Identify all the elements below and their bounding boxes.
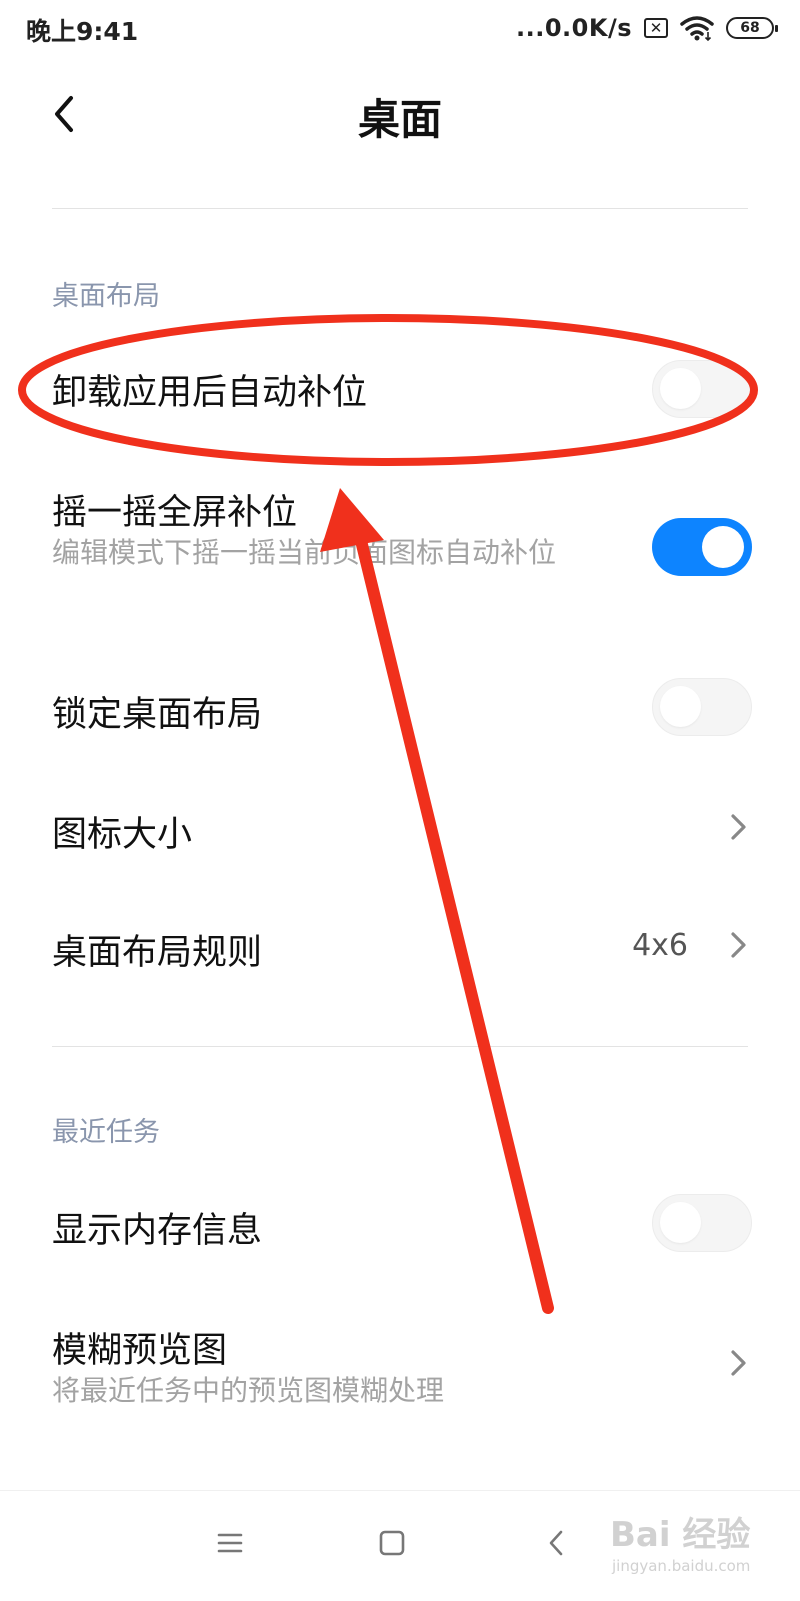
setting-title: 卸载应用后自动补位 — [52, 373, 368, 413]
toggle-knob — [660, 368, 701, 409]
toggle-knob — [702, 526, 744, 568]
setting-title: 锁定桌面布局 — [52, 695, 263, 735]
sim-x-icon: ✕ — [644, 18, 668, 38]
setting-auto-fill-after-uninstall[interactable]: 卸载应用后自动补位 — [0, 340, 800, 440]
page-title: 桌面 — [357, 95, 442, 144]
back-triangle-icon — [549, 1530, 563, 1556]
setting-title: 模糊预览图 — [52, 1331, 228, 1371]
setting-title: 桌面布局规则 — [52, 933, 263, 973]
setting-show-memory-info[interactable]: 显示内存信息 — [0, 1176, 800, 1276]
setting-title: 摇一摇全屏补位 — [52, 493, 298, 533]
home-square-icon — [379, 1530, 405, 1556]
setting-title: 图标大小 — [52, 815, 193, 855]
nav-back-button[interactable] — [536, 1523, 576, 1563]
setting-title: 显示内存信息 — [52, 1211, 263, 1251]
status-bar: 晚上9:41 ...0.0K/s ✕ 68 — [0, 0, 800, 56]
network-speed: ...0.0K/s — [515, 14, 632, 42]
status-icons: ...0.0K/s ✕ 68 — [515, 12, 778, 44]
chevron-right-icon — [731, 932, 746, 958]
section-header-desktop-layout: 桌面布局 — [52, 281, 160, 312]
chevron-right-icon — [731, 814, 746, 840]
section-divider — [52, 1046, 748, 1047]
toggle-knob — [660, 686, 701, 727]
baidu-jingyan-watermark: Bai 经验 jingyan.baidu.com — [610, 1507, 790, 1587]
setting-layout-rule[interactable]: 桌面布局规则 4x6 — [0, 898, 800, 998]
section-header-recent-tasks: 最近任务 — [52, 1117, 160, 1148]
navigation-bar: Bai 经验 jingyan.baidu.com — [0, 1490, 800, 1601]
wifi-icon — [680, 16, 714, 42]
watermark-sub: jingyan.baidu.com — [612, 1557, 751, 1575]
header-divider — [52, 208, 748, 209]
recent-apps-button[interactable] — [210, 1523, 250, 1563]
setting-lock-layout[interactable]: 锁定桌面布局 — [0, 660, 800, 760]
shake-to-fill-toggle[interactable] — [652, 518, 752, 576]
chevron-right-icon — [731, 1350, 746, 1376]
setting-shake-to-fill[interactable]: 摇一摇全屏补位 编辑模式下摇一摇当前页面图标自动补位 — [0, 470, 800, 630]
setting-icon-size[interactable]: 图标大小 — [0, 780, 800, 880]
auto-fill-toggle[interactable] — [652, 360, 752, 418]
battery-indicator: 68 — [726, 17, 778, 39]
setting-subtitle: 将最近任务中的预览图模糊处理 — [52, 1374, 445, 1407]
setting-blur-preview[interactable]: 模糊预览图 将最近任务中的预览图模糊处理 — [0, 1306, 800, 1426]
status-time: 晚上9:41 — [26, 17, 139, 46]
toggle-knob — [660, 1202, 701, 1243]
home-button[interactable] — [372, 1523, 412, 1563]
memory-info-toggle[interactable] — [652, 1194, 752, 1252]
layout-rule-value: 4x6 — [632, 928, 688, 963]
menu-icon — [217, 1533, 243, 1553]
setting-subtitle: 编辑模式下摇一摇当前页面图标自动补位 — [52, 536, 557, 569]
lock-layout-toggle[interactable] — [652, 678, 752, 736]
watermark-main: Bai 经验 — [610, 1515, 751, 1555]
